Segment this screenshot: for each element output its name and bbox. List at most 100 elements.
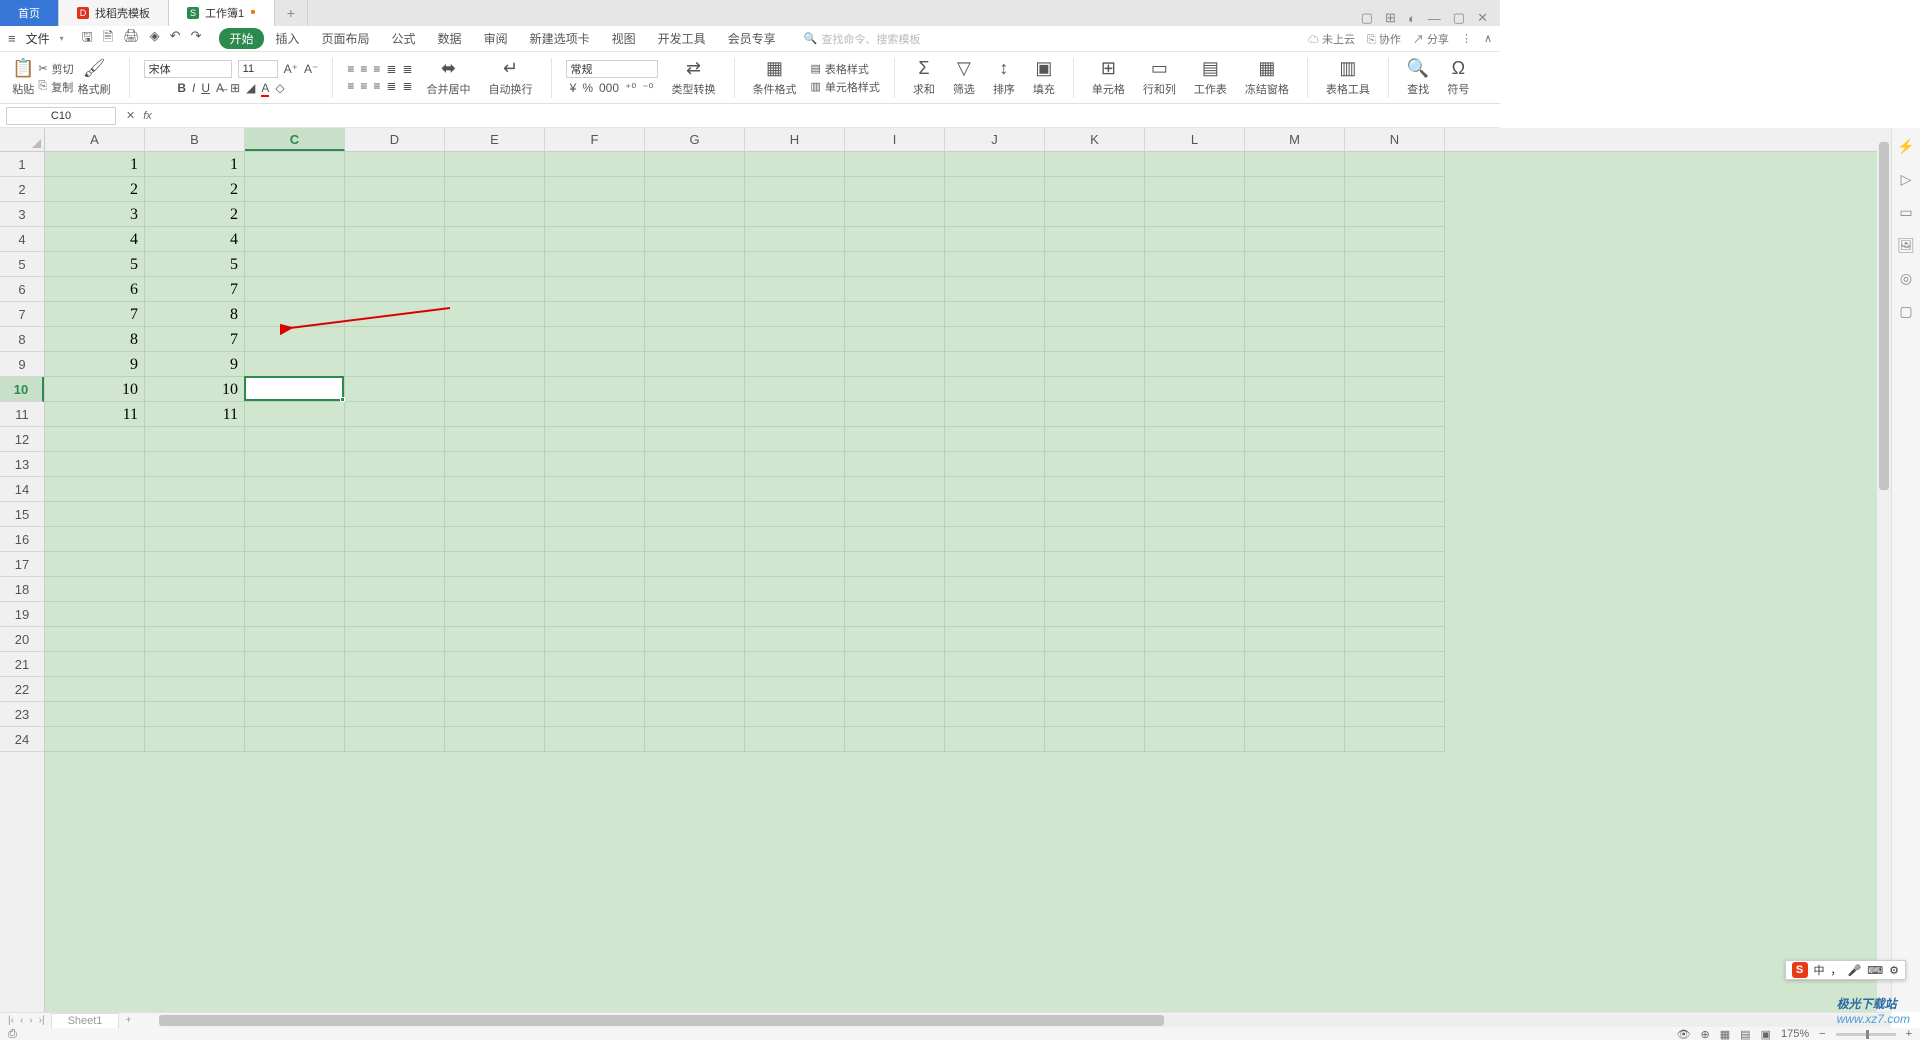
cell[interactable] <box>1145 377 1245 402</box>
cell[interactable] <box>545 652 645 677</box>
menu-tab-5[interactable]: 审阅 <box>474 28 518 49</box>
cell[interactable] <box>945 627 1045 652</box>
cell[interactable] <box>945 402 1045 427</box>
cell[interactable] <box>1045 452 1145 477</box>
cell[interactable]: 10 <box>145 377 245 402</box>
cell[interactable] <box>1045 477 1145 502</box>
cell[interactable] <box>745 352 845 377</box>
cell[interactable] <box>545 477 645 502</box>
cell[interactable] <box>1245 227 1345 252</box>
cell[interactable] <box>745 602 845 627</box>
cell[interactable]: 4 <box>145 227 245 252</box>
cell[interactable] <box>1045 427 1145 452</box>
cell[interactable] <box>245 627 345 652</box>
cell[interactable] <box>445 252 545 277</box>
cell[interactable] <box>1145 252 1245 277</box>
col-header[interactable]: L <box>1145 128 1245 151</box>
format-brush-button[interactable]: 🖌格式刷 <box>74 58 115 97</box>
cell[interactable] <box>1145 552 1245 577</box>
hamburger-icon[interactable]: ≡ <box>8 31 16 46</box>
view-normal-icon[interactable]: ▦ <box>1720 1028 1730 1041</box>
cell[interactable] <box>1245 327 1345 352</box>
cell[interactable] <box>1145 602 1245 627</box>
undo-icon[interactable]: ↶ <box>170 28 181 50</box>
collapse-ribbon-icon[interactable]: ∧ <box>1484 32 1492 45</box>
font-select[interactable]: 宋体 <box>144 60 232 78</box>
align-top-icon[interactable]: ≡ <box>347 62 354 76</box>
decrease-font-icon[interactable]: A⁻ <box>304 62 318 76</box>
cell[interactable] <box>145 652 245 677</box>
cell[interactable] <box>745 527 845 552</box>
col-header[interactable]: K <box>1045 128 1145 151</box>
bold-icon[interactable]: B <box>177 81 186 95</box>
align-bot-icon[interactable]: ≡ <box>373 62 380 76</box>
row-header[interactable]: 22 <box>0 677 44 702</box>
row-header[interactable]: 10 <box>0 377 44 402</box>
cell[interactable] <box>545 252 645 277</box>
underline-icon[interactable]: U <box>201 81 210 95</box>
cell[interactable] <box>545 427 645 452</box>
minimize-icon[interactable]: — <box>1428 11 1441 26</box>
cell[interactable] <box>645 627 745 652</box>
border-icon[interactable]: ⊞ <box>230 81 240 95</box>
align-mid-icon[interactable]: ≡ <box>360 62 367 76</box>
cell[interactable] <box>1345 152 1445 177</box>
cell[interactable] <box>845 677 945 702</box>
panel-cursor-icon[interactable]: ▷ <box>1901 171 1912 188</box>
row-header[interactable]: 18 <box>0 577 44 602</box>
add-sheet-icon[interactable]: + <box>125 1015 131 1026</box>
user-icon[interactable]: ◐ <box>1408 11 1416 26</box>
cell[interactable] <box>245 177 345 202</box>
cell[interactable] <box>445 627 545 652</box>
cell[interactable] <box>345 502 445 527</box>
font-color-icon[interactable]: A <box>261 81 269 95</box>
col-header[interactable]: H <box>745 128 845 151</box>
cell[interactable] <box>645 327 745 352</box>
cell[interactable] <box>445 202 545 227</box>
cell[interactable] <box>645 377 745 402</box>
row-header[interactable]: 11 <box>0 402 44 427</box>
menu-tab-4[interactable]: 数据 <box>428 28 472 49</box>
cell[interactable] <box>1345 277 1445 302</box>
cell[interactable] <box>545 202 645 227</box>
cell[interactable] <box>945 527 1045 552</box>
cell[interactable] <box>1345 252 1445 277</box>
font-size-select[interactable]: 11 <box>238 60 278 78</box>
cell[interactable] <box>745 152 845 177</box>
number-format-select[interactable]: 常规 <box>566 60 658 78</box>
cell[interactable] <box>145 427 245 452</box>
cell[interactable] <box>645 552 745 577</box>
cell[interactable] <box>345 377 445 402</box>
save-as-icon[interactable]: 🗎 <box>103 28 113 50</box>
cell[interactable] <box>445 152 545 177</box>
menu-tab-6[interactable]: 新建选项卡 <box>520 28 600 49</box>
cell[interactable] <box>145 602 245 627</box>
cell[interactable] <box>45 727 145 752</box>
cell[interactable] <box>945 327 1045 352</box>
currency-icon[interactable]: ¥ <box>570 81 577 95</box>
cell[interactable] <box>45 552 145 577</box>
cell[interactable]: 6 <box>45 277 145 302</box>
cut-button[interactable]: ✂ 剪切 <box>38 61 73 77</box>
tab-add-button[interactable]: + <box>275 0 308 26</box>
cell[interactable] <box>245 202 345 227</box>
cell[interactable] <box>1145 177 1245 202</box>
cell[interactable] <box>1245 152 1345 177</box>
cell[interactable] <box>245 602 345 627</box>
cell[interactable]: 10 <box>45 377 145 402</box>
cell[interactable] <box>945 702 1045 727</box>
cell[interactable] <box>1145 152 1245 177</box>
cell[interactable] <box>45 577 145 602</box>
cell[interactable] <box>145 627 245 652</box>
fill-button[interactable]: ▣填充 <box>1029 58 1059 97</box>
cell[interactable] <box>345 202 445 227</box>
panel-more-icon[interactable]: ▢ <box>1899 303 1912 320</box>
cell[interactable] <box>845 527 945 552</box>
cell[interactable] <box>945 227 1045 252</box>
cell[interactable] <box>645 152 745 177</box>
ime-settings-icon[interactable]: ⚙ <box>1889 964 1899 977</box>
cell[interactable] <box>1045 227 1145 252</box>
menu-tab-8[interactable]: 开发工具 <box>648 28 716 49</box>
cell[interactable] <box>245 252 345 277</box>
cell[interactable] <box>1245 477 1345 502</box>
